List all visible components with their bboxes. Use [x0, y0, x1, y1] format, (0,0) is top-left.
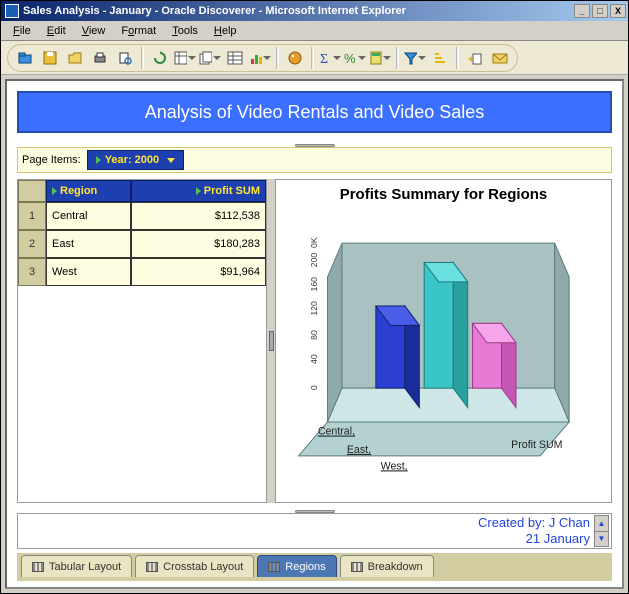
row-number[interactable]: 2	[18, 230, 46, 258]
column-label: Region	[60, 185, 97, 197]
chart-axis-label: Profit SUM	[511, 439, 562, 451]
svg-text:40: 40	[309, 354, 319, 364]
sheet-icon	[268, 562, 280, 572]
dropdown-icon	[167, 158, 175, 163]
menu-format[interactable]: Format	[113, 23, 164, 39]
year-selector[interactable]: Year: 2000	[87, 150, 184, 170]
sheet-tabs: Tabular Layout Crosstab Layout Regions B…	[17, 553, 612, 581]
row-number[interactable]: 3	[18, 258, 46, 286]
sort-icon[interactable]	[429, 47, 451, 69]
print-preview-icon[interactable]	[114, 47, 136, 69]
menu-edit[interactable]: Edit	[39, 23, 74, 39]
mail-icon[interactable]	[489, 47, 511, 69]
bar-chart-3d: 0 40 80 120 160 200 0K Central, East,	[284, 205, 603, 494]
folder-icon[interactable]	[64, 47, 86, 69]
data-table: Region Profit SUM 1 Central $112,538 2	[17, 179, 267, 503]
svg-text:80: 80	[309, 330, 319, 340]
created-by-label: Created by: J Chan	[478, 515, 590, 531]
sheet-icon	[146, 562, 158, 572]
sort-icon	[52, 187, 57, 195]
table-row: 2 East $180,283	[18, 230, 266, 258]
save-icon[interactable]	[39, 47, 61, 69]
cell-profit[interactable]: $91,964	[131, 258, 266, 286]
chart-area: 0 40 80 120 160 200 0K Central, East,	[284, 205, 603, 494]
column-header-region[interactable]: Region	[46, 180, 131, 202]
table-layout-icon[interactable]	[224, 47, 246, 69]
table-body: 1 Central $112,538 2 East $180,283 3 Wes…	[18, 202, 266, 502]
menu-tools[interactable]: Tools	[164, 23, 206, 39]
chart-panel: Profits Summary for Regions	[275, 179, 612, 503]
svg-text:%: %	[344, 51, 356, 65]
svg-text:Σ: Σ	[320, 52, 328, 65]
app-window: Sales Analysis - January - Oracle Discov…	[0, 0, 629, 594]
print-icon[interactable]	[89, 47, 111, 69]
menu-view[interactable]: View	[74, 23, 114, 39]
scroll-up-icon[interactable]: ▲	[595, 516, 608, 532]
chart-title: Profits Summary for Regions	[284, 186, 603, 203]
minimize-button[interactable]: _	[574, 4, 590, 18]
cell-region[interactable]: East	[46, 230, 131, 258]
sheet-icon	[351, 562, 363, 572]
sum-icon[interactable]: Σ	[319, 47, 341, 69]
titlebar: Sales Analysis - January - Oracle Discov…	[1, 1, 628, 21]
content-area: Analysis of Video Rentals and Video Sale…	[5, 79, 624, 589]
menubar: File Edit View Format Tools Help	[1, 21, 628, 41]
sheet-icon	[32, 562, 44, 572]
close-button[interactable]: X	[610, 4, 626, 18]
menu-help[interactable]: Help	[206, 23, 245, 39]
svg-text:120: 120	[309, 301, 319, 316]
filter-icon[interactable]	[404, 47, 426, 69]
tab-breakdown[interactable]: Breakdown	[340, 555, 434, 577]
svg-text:Central,: Central,	[318, 426, 355, 438]
tab-crosstab-layout[interactable]: Crosstab Layout	[135, 555, 254, 577]
open-icon[interactable]	[14, 47, 36, 69]
report-title: Analysis of Video Rentals and Video Sale…	[145, 102, 485, 123]
footer-bar: Created by: J Chan 21 January ▲ ▼	[17, 513, 612, 549]
svg-text:0K: 0K	[309, 237, 319, 248]
svg-text:0: 0	[309, 385, 319, 390]
expand-icon	[96, 156, 101, 164]
vertical-splitter[interactable]	[267, 179, 275, 503]
cell-region[interactable]: Central	[46, 202, 131, 230]
svg-text:East,: East,	[347, 444, 371, 456]
scroll-down-icon[interactable]: ▼	[595, 532, 608, 547]
edit-sheet-icon[interactable]	[174, 47, 196, 69]
table-row: 1 Central $112,538	[18, 202, 266, 230]
chart-icon[interactable]	[249, 47, 271, 69]
footer-scrollbar[interactable]: ▲ ▼	[594, 515, 609, 547]
toolstrip-left: Σ %	[7, 44, 518, 72]
cell-profit[interactable]: $180,283	[131, 230, 266, 258]
row-header-corner	[18, 180, 46, 202]
svg-text:West,: West,	[381, 460, 408, 472]
svg-text:160: 160	[309, 277, 319, 292]
created-date-label: 21 January	[478, 531, 590, 547]
duplicate-icon[interactable]	[199, 47, 221, 69]
refresh-icon[interactable]	[149, 47, 171, 69]
tab-tabular-layout[interactable]: Tabular Layout	[21, 555, 132, 577]
table-row: 3 West $91,964	[18, 258, 266, 286]
report-title-banner: Analysis of Video Rentals and Video Sale…	[17, 91, 612, 133]
sort-icon	[196, 187, 201, 195]
tab-regions[interactable]: Regions	[257, 555, 336, 577]
svg-text:200: 200	[309, 253, 319, 268]
year-label: Year: 2000	[105, 154, 159, 166]
cell-profit[interactable]: $112,538	[131, 202, 266, 230]
page-items-bar: Page Items: Year: 2000	[17, 147, 612, 173]
cell-region[interactable]: West	[46, 258, 131, 286]
column-header-profit[interactable]: Profit SUM	[131, 180, 266, 202]
drill-icon[interactable]	[284, 47, 306, 69]
row-number[interactable]: 1	[18, 202, 46, 230]
toolbar: Σ %	[1, 41, 628, 75]
column-label: Profit SUM	[204, 185, 260, 197]
maximize-button[interactable]: □	[592, 4, 608, 18]
percent-icon[interactable]: %	[344, 47, 366, 69]
menu-file[interactable]: File	[5, 23, 39, 39]
export-icon[interactable]	[464, 47, 486, 69]
window-title: Sales Analysis - January - Oracle Discov…	[23, 5, 574, 17]
app-icon	[5, 4, 19, 18]
calc-icon[interactable]	[369, 47, 391, 69]
page-items-label: Page Items:	[22, 154, 81, 166]
